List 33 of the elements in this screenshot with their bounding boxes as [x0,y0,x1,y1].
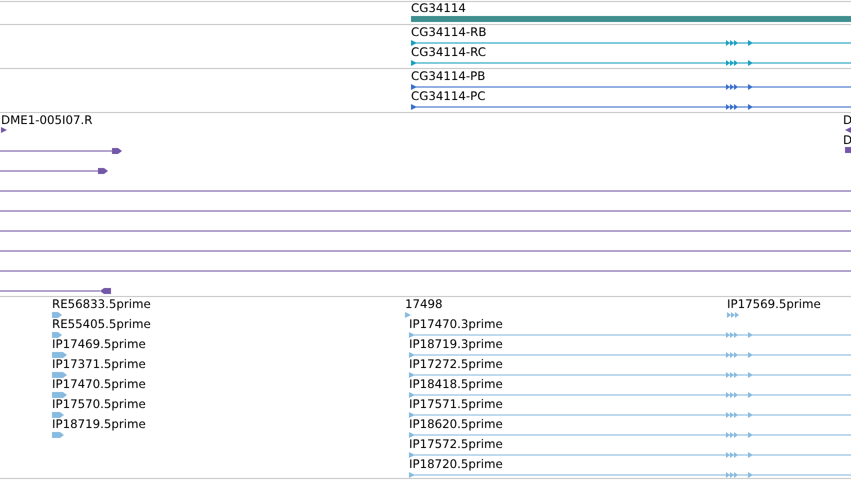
feature-block [52,392,67,398]
feature-label: CG34114-PB [411,69,486,83]
feature-label: DME1-005I07.R [1,113,92,127]
feature-arrow [845,127,851,133]
feature-label: CG34114-RC [411,45,486,59]
feature-label: IP17572.5prime [409,437,503,451]
feature-block [52,432,64,438]
feature-label: IP18719.5prime [52,417,146,431]
feature-label: CG34114-PC [411,89,486,103]
feature-label: IP18719.3prime [409,337,503,351]
feature-label: IP17469.5prime [52,337,146,351]
feature-block [52,332,62,338]
feature-arrow [405,312,411,318]
feature-label: IP17470.5prime [52,377,146,391]
feature-block [52,372,67,378]
feature-label: IP18418.5prime [409,377,503,391]
feature-label: IP17570.5prime [52,397,146,411]
feature-label: IP17569.5prime [727,297,821,311]
feature-block [727,312,739,318]
feature-block [52,352,67,358]
feature-label: RE55405.5prime [52,317,151,331]
feature-label: CG34114 [411,1,466,15]
feature-label: IP17371.5prime [52,357,146,371]
feature-label: CG34114-RB [411,25,486,39]
feature-label: 17498 [405,297,443,311]
feature-label: IP18720.5prime [409,457,503,471]
feature-label: IP18620.5prime [409,417,503,431]
feature-block [845,147,851,153]
feature-block [52,412,64,418]
feature-label: IP17571.5prime [409,397,503,411]
feature-label: IP17272.5prime [409,357,503,371]
feature-label: IP17470.3prime [409,317,503,331]
feature-label: RE56833.5prime [52,297,151,311]
